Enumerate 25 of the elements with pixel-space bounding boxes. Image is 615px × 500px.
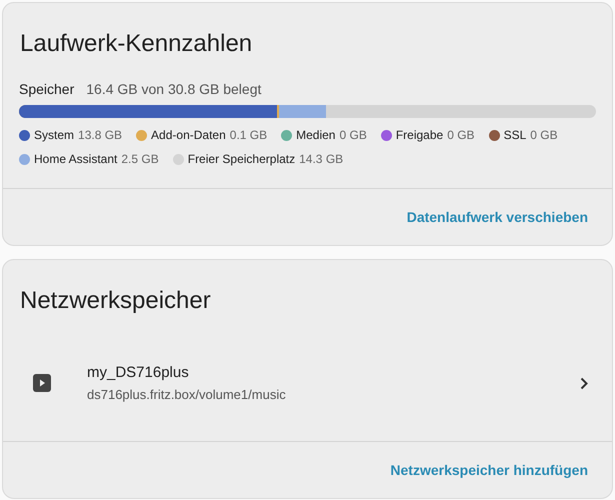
- legend-amount: 0 GB: [447, 128, 475, 142]
- legend-label: SSL: [504, 128, 526, 142]
- media-play-icon: [33, 374, 51, 392]
- chevron-right-icon: [580, 376, 588, 390]
- legend-label: Medien: [296, 128, 336, 142]
- add-network-storage-link[interactable]: Netzwerkspeicher hinzufügen: [390, 462, 588, 478]
- card-title: Laufwerk-Kennzahlen: [19, 29, 254, 58]
- legend-amount: 0 GB: [339, 128, 367, 142]
- legend-label: Add-on-Daten: [151, 128, 226, 142]
- legend-amount: 13.8 GB: [78, 128, 122, 142]
- legend-amount: 14.3 GB: [299, 152, 344, 166]
- card-title: Netzwerkspeicher: [19, 286, 212, 315]
- move-drive-link[interactable]: Datenlaufwerk verschieben: [406, 209, 588, 225]
- storage-label: Speicher: [19, 81, 74, 97]
- legend-label: Home Assistant: [34, 152, 118, 166]
- legend-amount: 2.5 GB: [121, 152, 159, 166]
- share-path: ds716plus.fritz.box/volume1/music: [87, 387, 287, 402]
- storage-usage: 16.4 GB von 30.8 GB belegt: [86, 81, 262, 97]
- legend-label: System: [34, 128, 74, 142]
- share-name: my_DS716plus: [87, 364, 190, 381]
- legend-amount: 0 GB: [530, 128, 558, 142]
- legend-label: Freigabe: [396, 128, 444, 142]
- legend-amount: 0.1 GB: [230, 128, 268, 142]
- network-share-row[interactable]: my_DS716plus ds716plus.fritz.box/volume1/music: [3, 339, 612, 427]
- legend-label: Freier Speicherplatz: [188, 152, 296, 166]
